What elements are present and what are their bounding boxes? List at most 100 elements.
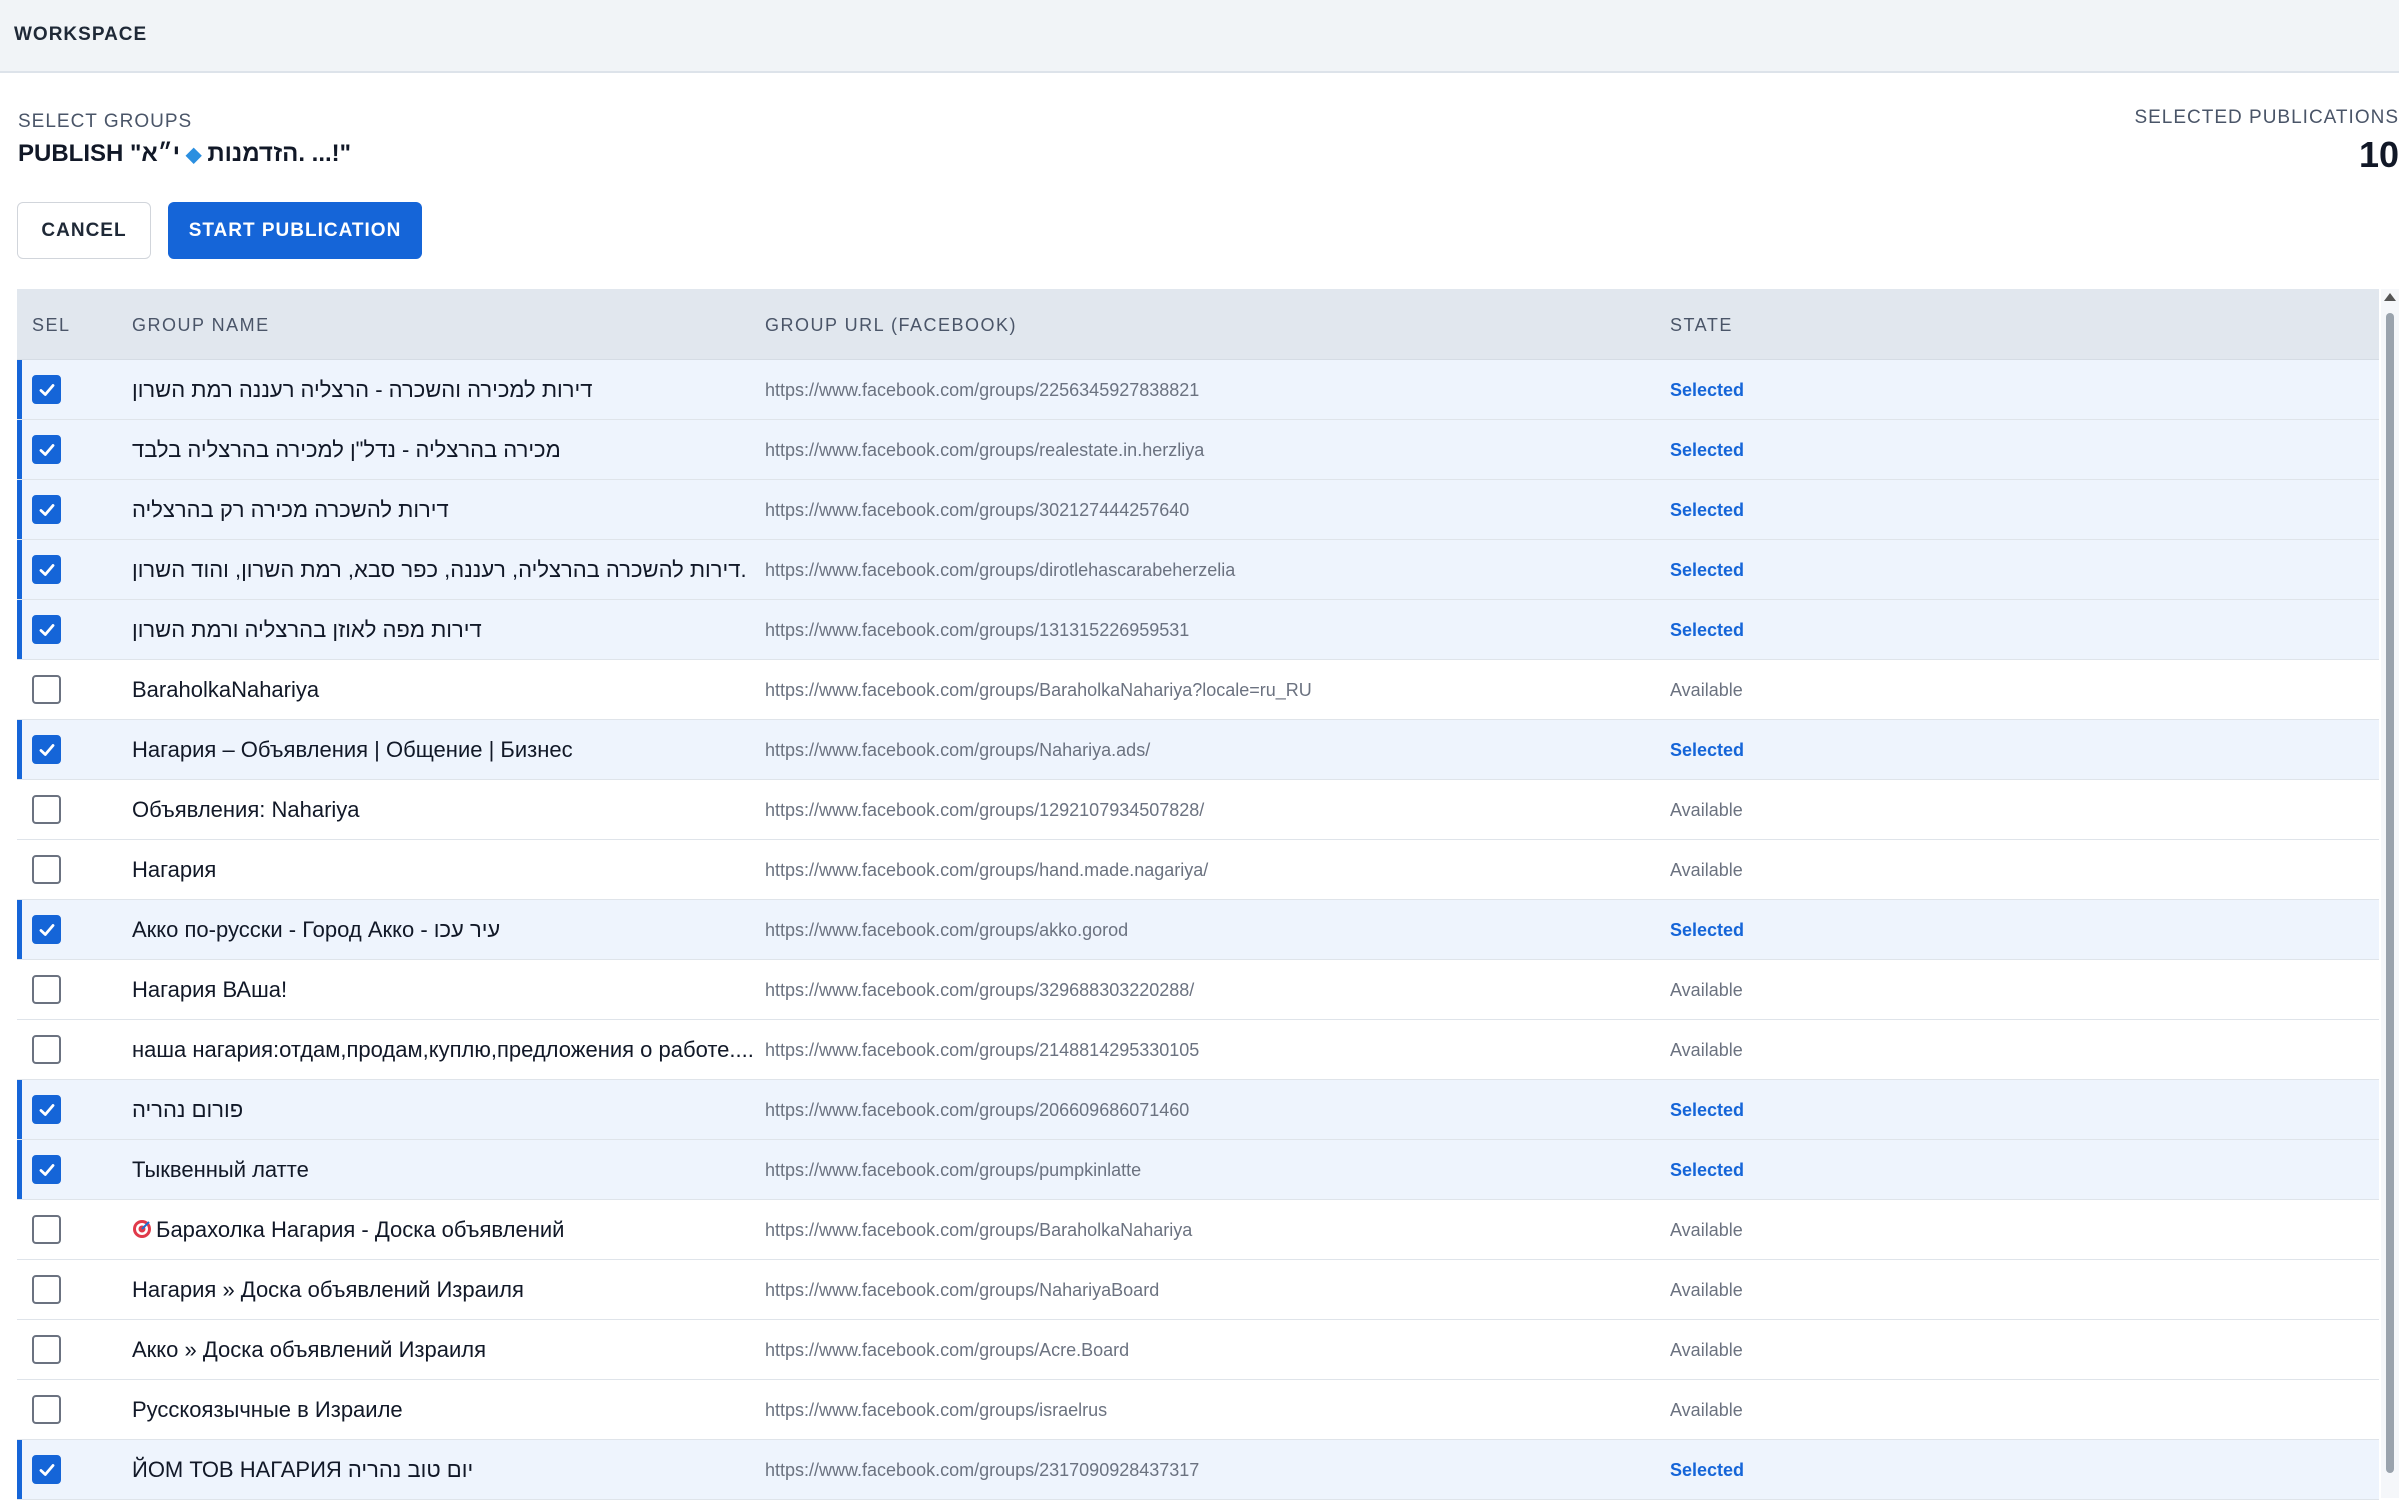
groups-table: SEL GROUP NAME GROUP URL (FACEBOOK) STAT… bbox=[17, 289, 2379, 1500]
group-name-text: דירות להשכרה מכירה רק בהרצליה bbox=[132, 497, 449, 522]
state-cell: Available bbox=[1670, 1400, 1743, 1420]
group-name-text: Барахолка Нагария - Доска объявлений bbox=[156, 1217, 565, 1242]
state-cell: Selected bbox=[1670, 560, 1745, 580]
table-row[interactable]: BaraholkaNahariya https://www.facebook.co… bbox=[17, 660, 2379, 720]
row-checkbox[interactable] bbox=[32, 1275, 61, 1304]
group-url-cell: https://www.facebook.com/groups/12921079… bbox=[765, 800, 1205, 820]
state-cell: Selected bbox=[1670, 1160, 1745, 1180]
table-row[interactable]: דירות למכירה והשכרה - הרצליה רעננה רמת ה… bbox=[17, 360, 2379, 420]
group-name-cell: דירות להשכרה מכירה רק בהרצליה bbox=[132, 497, 449, 523]
scroll-up-arrow-icon[interactable] bbox=[2384, 293, 2396, 301]
group-name-cell: Акко по-русски - Город Акко - עיר עכו bbox=[132, 917, 500, 943]
row-checkbox[interactable] bbox=[32, 1395, 61, 1424]
table-row[interactable]: Нагария – Объявления | Общение | Бизнес h… bbox=[17, 720, 2379, 780]
group-name-cell: דירות להשכרה בהרצליה, רעננה, כפר סבא, רמ… bbox=[132, 557, 747, 583]
target-icon bbox=[132, 1217, 156, 1242]
row-checkbox[interactable] bbox=[32, 735, 61, 764]
group-url-cell: https://www.facebook.com/groups/hand.mad… bbox=[765, 860, 1209, 880]
group-name-text: Нагария – Объявления | Общение | Бизнес bbox=[132, 737, 573, 762]
state-cell: Available bbox=[1670, 680, 1743, 700]
group-name-cell: Нагария – Объявления | Общение | Бизнес bbox=[132, 737, 573, 763]
column-header-group-name: GROUP NAME bbox=[132, 315, 270, 335]
state-cell: Selected bbox=[1670, 440, 1745, 460]
group-name-text: Акко по-русски - Город Акко - עיר עכו bbox=[132, 917, 501, 942]
group-name-cell: Нагария ВАша! bbox=[132, 977, 287, 1003]
group-url-cell: https://www.facebook.com/groups/13131522… bbox=[765, 620, 1190, 640]
group-name-text: Акко » Доска объявлений Израиля bbox=[132, 1337, 486, 1362]
table-row[interactable]: Тыквенный латте https://www.facebook.com/… bbox=[17, 1140, 2379, 1200]
start-publication-button[interactable]: START PUBLICATION bbox=[168, 202, 422, 259]
row-checkbox[interactable] bbox=[32, 795, 61, 824]
table-header: SEL GROUP NAME GROUP URL (FACEBOOK) STAT… bbox=[17, 289, 2379, 360]
group-name-text: Русскоязычные в Израиле bbox=[132, 1397, 403, 1422]
table-row[interactable]: наша нагария:отдам,продам,куплю,предложе… bbox=[17, 1020, 2379, 1080]
state-cell: Available bbox=[1670, 800, 1743, 820]
scrollbar-thumb[interactable] bbox=[2386, 313, 2394, 1473]
group-name-text: דירות להשכרה בהרצליה, רעננה, כפר סבא, רמ… bbox=[132, 557, 747, 582]
table-scrollbar[interactable] bbox=[2381, 289, 2399, 1498]
column-header-state: STATE bbox=[1670, 315, 1733, 335]
group-name-text: Объявления: Nahariya bbox=[132, 797, 360, 822]
table-row[interactable]: דירות להשכרה בהרצליה, רעננה, כפר סבא, רמ… bbox=[17, 540, 2379, 600]
row-checkbox[interactable] bbox=[32, 435, 61, 464]
group-url-cell: https://www.facebook.com/groups/22563459… bbox=[765, 380, 1200, 400]
group-name-cell: Акко » Доска объявлений Израиля bbox=[132, 1337, 486, 1363]
state-cell: Available bbox=[1670, 1220, 1743, 1240]
row-checkbox[interactable] bbox=[32, 615, 61, 644]
group-name-text: דירות מפה לאוזן בהרצליה ורמת השרון bbox=[132, 617, 482, 642]
row-checkbox[interactable] bbox=[32, 915, 61, 944]
row-checkbox[interactable] bbox=[32, 1095, 61, 1124]
group-name-cell: Русскоязычные в Израиле bbox=[132, 1397, 403, 1423]
state-cell: Available bbox=[1670, 860, 1743, 880]
cancel-button[interactable]: CANCEL bbox=[17, 202, 151, 259]
table-row[interactable]: פורום נהריה https://www.facebook.com/grou… bbox=[17, 1080, 2379, 1140]
table-row[interactable]: Нагария https://www.facebook.com/groups/h… bbox=[17, 840, 2379, 900]
state-cell: Available bbox=[1670, 1340, 1743, 1360]
group-url-cell: https://www.facebook.com/groups/pumpkinl… bbox=[765, 1160, 1142, 1180]
row-checkbox[interactable] bbox=[32, 495, 61, 524]
table-row[interactable]: מכירה בהרצליה - נדל"ן למכירה בהרצליה בלב… bbox=[17, 420, 2379, 480]
table-row[interactable]: דירות להשכרה מכירה רק בהרצליה https://www… bbox=[17, 480, 2379, 540]
column-header-group-url: GROUP URL (FACEBOOK) bbox=[765, 315, 1018, 335]
group-name-text: наша нагария:отдам,продам,куплю,предложе… bbox=[132, 1037, 754, 1062]
table-row[interactable]: Русскоязычные в Израиле https://www.faceb… bbox=[17, 1380, 2379, 1440]
table-row[interactable]: Нагария ВАша! https://www.facebook.com/gr… bbox=[17, 960, 2379, 1020]
row-checkbox[interactable] bbox=[32, 675, 61, 704]
state-cell: Selected bbox=[1670, 500, 1745, 520]
state-cell: Selected bbox=[1670, 740, 1745, 760]
group-url-cell: https://www.facebook.com/groups/30212744… bbox=[765, 500, 1190, 520]
state-cell: Selected bbox=[1670, 920, 1745, 940]
table-row[interactable]: Акко по-русски - Город Акко - עיר עכו htt… bbox=[17, 900, 2379, 960]
table-row[interactable]: Нагария » Доска объявлений Израиля https:… bbox=[17, 1260, 2379, 1320]
group-name-text: Нагария » Доска объявлений Израиля bbox=[132, 1277, 524, 1302]
table-body: דירות למכירה והשכרה - הרצליה רעננה רמת ה… bbox=[17, 360, 2379, 1500]
row-checkbox[interactable] bbox=[32, 1455, 61, 1484]
group-url-cell: https://www.facebook.com/groups/23170909… bbox=[765, 1460, 1200, 1480]
workspace-label: WORKSPACE bbox=[14, 24, 148, 45]
group-name-cell: BaraholkaNahariya bbox=[132, 677, 319, 703]
group-name-cell: Барахолка Нагария - Доска объявлений bbox=[132, 1217, 564, 1243]
row-checkbox[interactable] bbox=[32, 1035, 61, 1064]
group-url-cell: https://www.facebook.com/groups/Nahariya… bbox=[765, 740, 1151, 760]
row-checkbox[interactable] bbox=[32, 1155, 61, 1184]
row-checkbox[interactable] bbox=[32, 1335, 61, 1364]
group-name-text: Тыквенный латте bbox=[132, 1157, 309, 1182]
table-row[interactable]: דירות מפה לאוזן בהרצליה ורמת השרון https:… bbox=[17, 600, 2379, 660]
table-row[interactable]: Акко » Доска объявлений Израиля https://w… bbox=[17, 1320, 2379, 1380]
state-cell: Selected bbox=[1670, 620, 1745, 640]
selected-publications-count: 10 bbox=[2358, 134, 2399, 175]
group-name-cell: פורום נהריה bbox=[132, 1097, 243, 1123]
table-row[interactable]: ЙОМ ТОВ НАГАРИЯ יום טוב נהריה https://www… bbox=[17, 1440, 2379, 1500]
row-checkbox[interactable] bbox=[32, 375, 61, 404]
row-checkbox[interactable] bbox=[32, 555, 61, 584]
row-checkbox[interactable] bbox=[32, 975, 61, 1004]
table-row[interactable]: Барахолка Нагария - Доска объявлений http… bbox=[17, 1200, 2379, 1260]
group-url-cell: https://www.facebook.com/groups/realesta… bbox=[765, 440, 1205, 460]
group-url-cell: https://www.facebook.com/groups/israelru… bbox=[765, 1400, 1108, 1420]
row-checkbox[interactable] bbox=[32, 855, 61, 884]
row-checkbox[interactable] bbox=[32, 1215, 61, 1244]
table-row[interactable]: Объявления: Nahariya https://www.facebook… bbox=[17, 780, 2379, 840]
group-url-cell: https://www.facebook.com/groups/dirotleh… bbox=[765, 560, 1236, 580]
top-bar: WORKSPACE bbox=[0, 0, 2399, 73]
group-name-text: Нагария bbox=[132, 857, 217, 882]
